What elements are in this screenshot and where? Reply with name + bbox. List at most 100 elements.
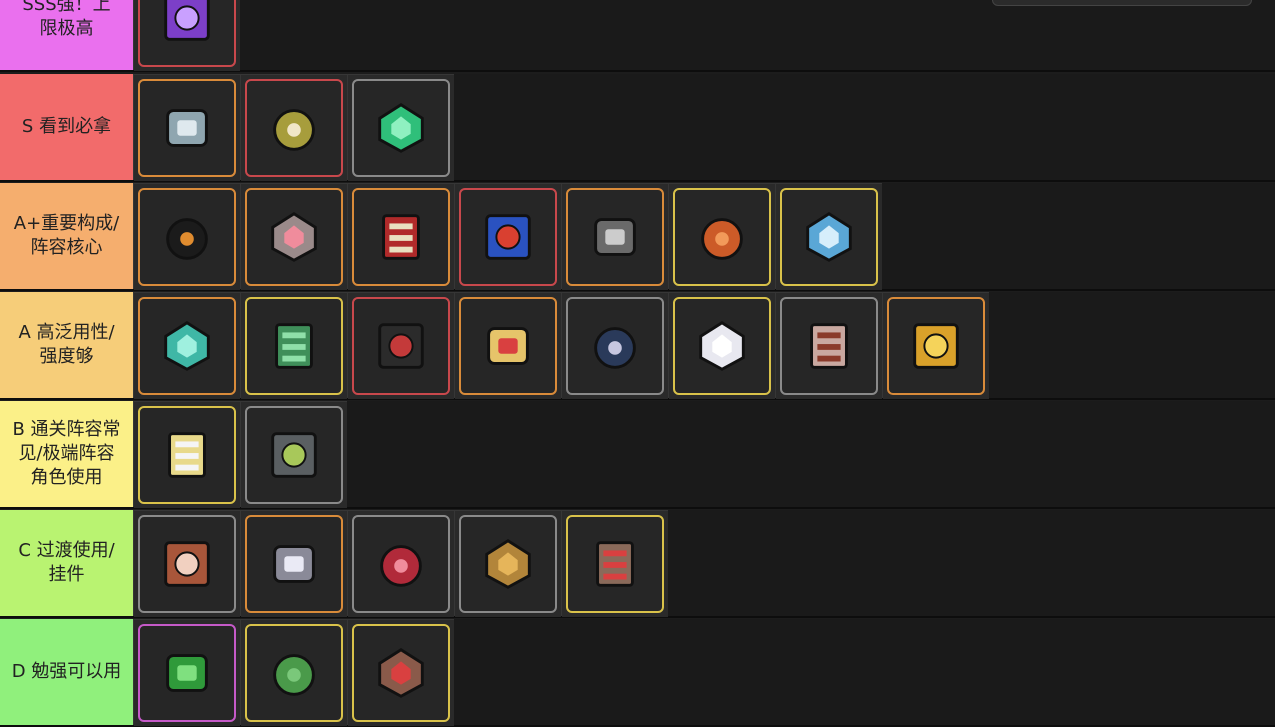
item-tile[interactable] bbox=[348, 293, 454, 399]
item-tile[interactable] bbox=[134, 0, 240, 71]
item-tile[interactable] bbox=[455, 293, 561, 399]
tier-row: A 高泛用性/ 强度够 bbox=[0, 292, 1275, 400]
item-tile[interactable] bbox=[134, 511, 240, 617]
item-tile[interactable] bbox=[455, 511, 561, 617]
item-frame bbox=[245, 188, 343, 286]
item-frame bbox=[138, 624, 236, 722]
red-eye-robot-icon bbox=[378, 648, 424, 698]
fan-module-icon bbox=[594, 327, 636, 369]
triple-wheel-icon bbox=[594, 218, 636, 256]
copper-ore-tile-icon bbox=[164, 541, 210, 587]
red-battery-module-icon bbox=[382, 214, 420, 260]
item-frame bbox=[245, 297, 343, 395]
item-frame bbox=[138, 0, 236, 67]
item-frame bbox=[138, 79, 236, 177]
green-vine-icon bbox=[166, 654, 208, 692]
purple-gear-module-icon bbox=[164, 0, 210, 41]
tier-items bbox=[133, 183, 882, 290]
tier-row: SSS强！上 限极高 bbox=[0, 0, 1275, 72]
yellow-slot-machine-icon bbox=[487, 327, 529, 365]
item-frame bbox=[459, 188, 557, 286]
item-frame bbox=[673, 188, 771, 286]
item-tile[interactable] bbox=[134, 75, 240, 181]
item-tile[interactable] bbox=[348, 184, 454, 290]
tier-label[interactable]: D 勉强可以用 bbox=[0, 619, 133, 725]
item-tile[interactable] bbox=[562, 511, 668, 617]
item-frame bbox=[780, 297, 878, 395]
blue-rocket-icon bbox=[806, 212, 852, 262]
blue-red-grid-icon bbox=[485, 214, 531, 260]
item-tile[interactable] bbox=[348, 75, 454, 181]
item-frame bbox=[138, 297, 236, 395]
item-tile[interactable] bbox=[669, 293, 775, 399]
item-tile[interactable] bbox=[455, 184, 561, 290]
item-tile[interactable] bbox=[562, 184, 668, 290]
tier-list: SSS强！上 限极高 S 看到必拿 A+重要构成/ 阵容核心 A 高泛用性/ 强度够 B… bbox=[0, 0, 1275, 727]
tier-items bbox=[133, 619, 454, 726]
small-robot-icon bbox=[596, 541, 634, 587]
item-frame bbox=[780, 188, 878, 286]
tier-label[interactable]: A+重要构成/ 阵容核心 bbox=[0, 183, 133, 289]
item-frame bbox=[352, 79, 450, 177]
item-tile[interactable] bbox=[776, 293, 882, 399]
green-tentacle-crate-icon bbox=[275, 323, 313, 369]
item-frame bbox=[459, 297, 557, 395]
item-tile[interactable] bbox=[241, 75, 347, 181]
item-frame bbox=[138, 515, 236, 613]
item-tile[interactable] bbox=[134, 293, 240, 399]
item-tile[interactable] bbox=[883, 293, 989, 399]
tier-label[interactable]: B 通关阵容常 见/极端阵容 角色使用 bbox=[0, 401, 133, 507]
red-cross-totem-icon bbox=[380, 545, 422, 587]
red-cannon-turret-icon bbox=[378, 323, 424, 369]
item-tile[interactable] bbox=[134, 620, 240, 726]
tier-label[interactable]: S 看到必拿 bbox=[0, 74, 133, 180]
silver-ore-tile-icon bbox=[273, 545, 315, 583]
white-orb-icon bbox=[699, 321, 745, 371]
item-tile[interactable] bbox=[241, 402, 347, 508]
tier-label[interactable]: SSS强！上 限极高 bbox=[0, 0, 133, 70]
tier-items bbox=[133, 74, 454, 181]
honeycomb-cluster-icon bbox=[485, 539, 531, 589]
item-frame bbox=[673, 297, 771, 395]
item-frame bbox=[566, 297, 664, 395]
item-tile[interactable] bbox=[348, 511, 454, 617]
pink-frame-chip-icon bbox=[271, 212, 317, 262]
item-tile[interactable] bbox=[776, 184, 882, 290]
tier-label[interactable]: A 高泛用性/ 强度够 bbox=[0, 292, 133, 398]
dome-core-icon bbox=[273, 109, 315, 151]
item-tile[interactable] bbox=[562, 293, 668, 399]
tier-row: D 勉强可以用 bbox=[0, 619, 1275, 727]
grey-console-icon bbox=[271, 432, 317, 478]
item-frame bbox=[352, 515, 450, 613]
item-frame bbox=[566, 515, 664, 613]
item-frame bbox=[138, 406, 236, 504]
tier-items bbox=[133, 510, 668, 617]
item-tile[interactable] bbox=[134, 402, 240, 508]
item-tile[interactable] bbox=[241, 293, 347, 399]
item-tile[interactable] bbox=[241, 511, 347, 617]
item-frame bbox=[566, 188, 664, 286]
tier-items bbox=[133, 0, 240, 71]
spiked-frame-icon bbox=[810, 323, 848, 369]
tier-row: A+重要构成/ 阵容核心 bbox=[0, 183, 1275, 291]
green-blob-icon bbox=[273, 654, 315, 696]
teal-crystal-tile-icon bbox=[164, 321, 210, 371]
search-bar[interactable] bbox=[992, 0, 1252, 6]
item-tile[interactable] bbox=[669, 184, 775, 290]
item-frame bbox=[352, 297, 450, 395]
item-frame bbox=[245, 624, 343, 722]
golden-honey-block-icon bbox=[913, 323, 959, 369]
grey-hex-plate-icon bbox=[166, 109, 208, 147]
item-frame bbox=[352, 624, 450, 722]
item-tile[interactable] bbox=[241, 620, 347, 726]
item-frame bbox=[887, 297, 985, 395]
tier-row: B 通关阵容常 见/极端阵容 角色使用 bbox=[0, 401, 1275, 509]
tier-label[interactable]: C 过渡使用/ 挂件 bbox=[0, 510, 133, 616]
item-frame bbox=[138, 188, 236, 286]
item-tile[interactable] bbox=[134, 184, 240, 290]
item-frame bbox=[245, 79, 343, 177]
item-tile[interactable] bbox=[241, 184, 347, 290]
item-frame bbox=[245, 406, 343, 504]
item-frame bbox=[352, 188, 450, 286]
item-tile[interactable] bbox=[348, 620, 454, 726]
